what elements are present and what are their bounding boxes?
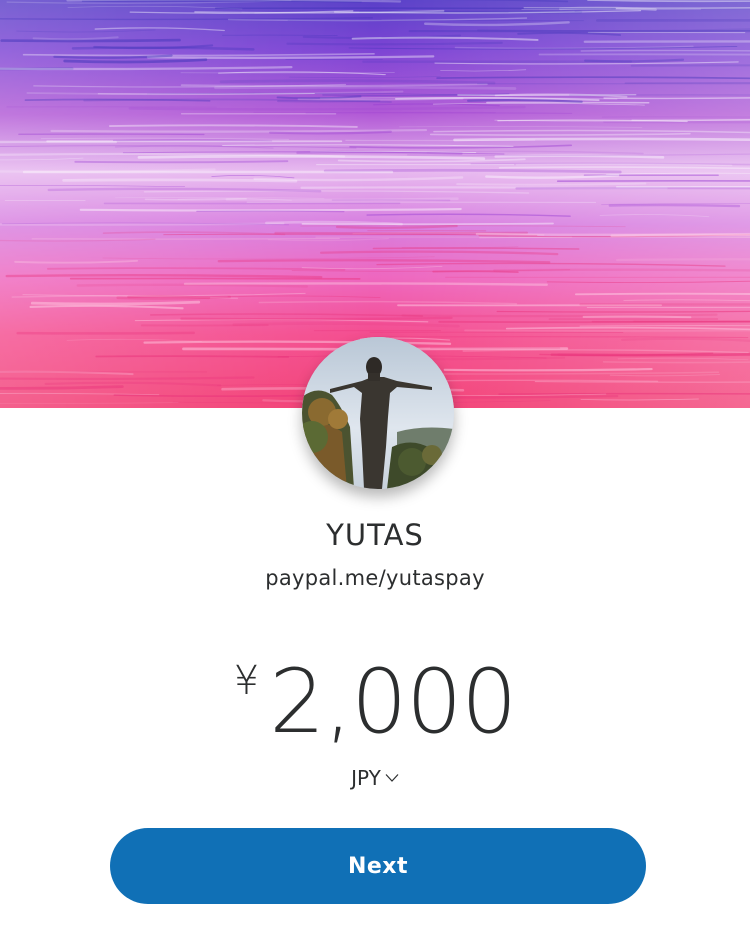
profile-name: YUTAS [326, 518, 424, 552]
next-button[interactable]: Next [110, 828, 646, 904]
currency-selector[interactable]: JPY [0, 766, 750, 790]
amount-value[interactable]: 2,000 [269, 650, 517, 754]
chevron-down-icon [385, 768, 399, 787]
paypal-me-page: YUTAS paypal.me/yutaspay ¥ 2,000 JPY Nex… [0, 0, 750, 940]
profile-handle: paypal.me/yutaspay [265, 566, 485, 590]
currency-code: JPY [351, 766, 381, 790]
profile-avatar [302, 337, 454, 489]
amount-display[interactable]: ¥ 2,000 [0, 650, 750, 754]
currency-symbol: ¥ [233, 658, 260, 704]
